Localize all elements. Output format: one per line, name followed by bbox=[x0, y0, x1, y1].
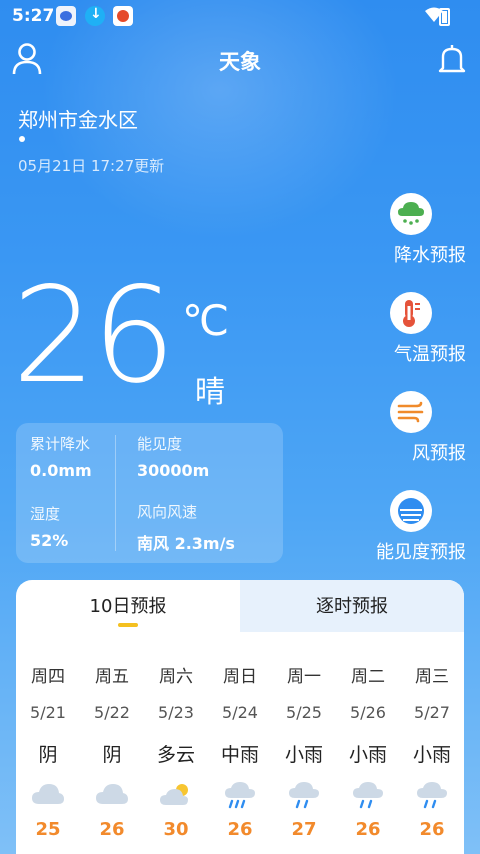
day-week: 周一 bbox=[287, 667, 321, 687]
precip-value: 0.0mm bbox=[30, 461, 92, 480]
day-week: 周四 bbox=[31, 667, 65, 687]
side-label: 能见度预报 bbox=[376, 542, 466, 563]
forecast-day[interactable]: 周三 5/27 小雨 26 bbox=[400, 662, 464, 840]
overcast-icon bbox=[32, 784, 64, 804]
day-week: 周三 bbox=[415, 667, 449, 687]
light-rain-icon bbox=[417, 782, 447, 809]
day-high-temp: 26 bbox=[419, 819, 445, 840]
app-title: 天象 bbox=[219, 50, 261, 74]
day-condition: 阴 bbox=[38, 744, 58, 766]
status-time: 5:27 bbox=[12, 6, 55, 26]
humidity-value: 52% bbox=[30, 531, 69, 550]
day-high-temp: 26 bbox=[99, 819, 125, 840]
wind-label: 风向风速 bbox=[137, 503, 198, 521]
forecast-day[interactable]: 周二 5/26 小雨 26 bbox=[336, 662, 400, 840]
temperature-unit: ℃ bbox=[182, 296, 230, 345]
day-week: 周日 bbox=[223, 667, 257, 687]
notification-app-icon bbox=[56, 6, 76, 26]
divider bbox=[115, 435, 116, 551]
day-week: 周六 bbox=[159, 667, 193, 687]
day-date: 5/27 bbox=[414, 703, 450, 722]
temperature-forecast-button[interactable]: 气温预报 bbox=[356, 292, 466, 366]
bell-icon[interactable] bbox=[438, 42, 466, 76]
forecast-day[interactable]: 周一 5/25 小雨 27 bbox=[272, 662, 336, 840]
wind-forecast-button[interactable]: 风预报 bbox=[356, 391, 466, 465]
day-date: 5/23 bbox=[158, 703, 194, 722]
side-label: 风预报 bbox=[412, 443, 466, 464]
day-week: 周五 bbox=[95, 667, 129, 687]
rain-cloud-icon bbox=[390, 193, 432, 235]
day-week: 周二 bbox=[351, 667, 385, 687]
light-rain-icon bbox=[353, 782, 383, 809]
forecast-day[interactable]: 周日 5/24 中雨 26 bbox=[208, 662, 272, 840]
precipitation-forecast-button[interactable]: 降水预报 bbox=[356, 193, 466, 267]
update-time: 05月21日 17:27更新 bbox=[18, 157, 165, 175]
current-condition: 晴 bbox=[195, 375, 225, 410]
status-bar: 5:27 bbox=[0, 0, 480, 34]
forecast-day[interactable]: 周六 5/23 多云 30 bbox=[144, 662, 208, 840]
light-rain-icon bbox=[289, 782, 319, 809]
forecast-day[interactable]: 周五 5/22 阴 26 bbox=[80, 662, 144, 840]
humidity-label: 湿度 bbox=[30, 505, 61, 523]
moderate-rain-icon bbox=[225, 782, 255, 809]
day-date: 5/25 bbox=[286, 703, 322, 722]
tab-hourly[interactable]: 逐时预报 bbox=[240, 592, 464, 618]
day-condition: 多云 bbox=[156, 744, 195, 766]
page-indicator-dot bbox=[19, 136, 25, 142]
day-condition: 小雨 bbox=[284, 744, 323, 766]
day-date: 5/26 bbox=[350, 703, 386, 722]
side-label: 气温预报 bbox=[394, 344, 466, 365]
wind-value: 南风 2.3m/s bbox=[137, 534, 235, 553]
day-condition: 小雨 bbox=[412, 744, 451, 766]
active-tab-indicator bbox=[118, 623, 138, 627]
day-condition: 阴 bbox=[102, 744, 122, 766]
partly-cloudy-icon bbox=[160, 784, 188, 805]
day-date: 5/22 bbox=[94, 703, 130, 722]
download-icon bbox=[85, 6, 105, 26]
location-name[interactable]: 郑州市金水区 bbox=[18, 104, 138, 133]
day-condition: 中雨 bbox=[220, 744, 259, 766]
day-high-temp: 30 bbox=[163, 819, 189, 840]
day-date: 5/24 bbox=[222, 703, 258, 722]
battery-icon bbox=[439, 8, 450, 26]
visibility-icon bbox=[390, 490, 432, 532]
day-high-temp: 25 bbox=[35, 819, 61, 840]
forecast-day[interactable]: 周四 5/21 阴 25 bbox=[16, 662, 80, 840]
overcast-icon bbox=[96, 784, 128, 804]
day-condition: 小雨 bbox=[348, 744, 387, 766]
tab-10-day[interactable]: 10日预报 bbox=[16, 592, 240, 618]
side-label: 降水预报 bbox=[394, 245, 466, 266]
current-temperature: 26 bbox=[12, 259, 176, 413]
thermometer-icon bbox=[390, 292, 432, 334]
visibility-forecast-button[interactable]: 能见度预报 bbox=[356, 490, 466, 564]
visibility-label: 能见度 bbox=[137, 435, 183, 453]
day-date: 5/21 bbox=[30, 703, 66, 722]
notification-app-icon bbox=[113, 6, 133, 26]
forecast-panel: 10日预报 逐时预报 周四 5/21 阴 25 周五 5/22 阴 26 周六 … bbox=[16, 580, 464, 854]
visibility-value: 30000m bbox=[137, 461, 210, 480]
day-high-temp: 26 bbox=[355, 819, 381, 840]
day-high-temp: 27 bbox=[291, 819, 317, 840]
day-high-temp: 26 bbox=[227, 819, 253, 840]
precip-label: 累计降水 bbox=[30, 435, 91, 453]
weather-details-card: 累计降水 0.0mm 能见度 30000m 湿度 52% 风向风速 南风 2.3… bbox=[16, 423, 283, 563]
wind-icon bbox=[390, 391, 432, 433]
